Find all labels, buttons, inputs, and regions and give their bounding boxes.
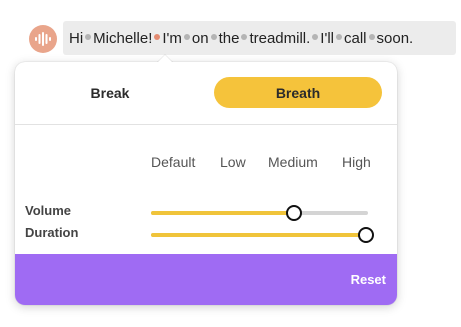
pause-settings-popover: Break Breath Default Low Medium High Vol…	[15, 62, 397, 305]
sentence-text[interactable]: Hi Michelle! I'm on the treadmill. I'll call soo…	[63, 21, 456, 55]
duration-slider-handle[interactable]	[357, 227, 374, 243]
tab-row: Break Breath	[15, 62, 397, 125]
sentence-word: treadmill.	[249, 29, 311, 47]
duration-label: Duration	[25, 225, 79, 240]
break-marker[interactable]	[241, 34, 248, 40]
sound-wave-icon	[35, 32, 51, 46]
break-marker[interactable]	[85, 34, 92, 40]
level-default: Default	[151, 154, 196, 170]
sentence-word: Hi	[69, 29, 84, 47]
level-low: Low	[220, 154, 246, 170]
break-marker[interactable]	[368, 34, 375, 40]
sentence-word: I'm	[162, 29, 182, 47]
sentence-word: I'll	[320, 29, 334, 47]
volume-label: Volume	[25, 203, 71, 218]
volume-slider-handle[interactable]	[286, 205, 303, 221]
tab-breath[interactable]: Breath	[214, 77, 382, 108]
volume-slider[interactable]	[151, 205, 368, 221]
sentence-word: on	[191, 29, 209, 47]
sentence-word: call	[344, 29, 367, 47]
break-marker[interactable]	[210, 34, 217, 40]
sentence-word: Michelle!	[93, 29, 153, 47]
sentence-word: soon.	[376, 29, 414, 47]
break-marker[interactable]	[312, 34, 319, 40]
volume-slider-fill	[151, 211, 295, 215]
popover-footer: Reset	[15, 254, 397, 305]
popover-caret	[157, 55, 173, 63]
reset-button[interactable]: Reset	[351, 272, 386, 287]
duration-slider-fill	[151, 233, 366, 237]
break-marker[interactable]	[336, 34, 342, 40]
level-labels: Default Low Medium High	[15, 154, 397, 172]
level-high: High	[342, 154, 371, 170]
duration-slider[interactable]	[151, 227, 374, 243]
tab-break[interactable]: Break	[35, 77, 185, 108]
voice-avatar[interactable]	[29, 25, 57, 53]
level-medium: Medium	[268, 154, 318, 170]
sentence-word: the	[218, 29, 240, 47]
break-marker[interactable]	[154, 34, 161, 40]
break-marker[interactable]	[183, 34, 190, 40]
